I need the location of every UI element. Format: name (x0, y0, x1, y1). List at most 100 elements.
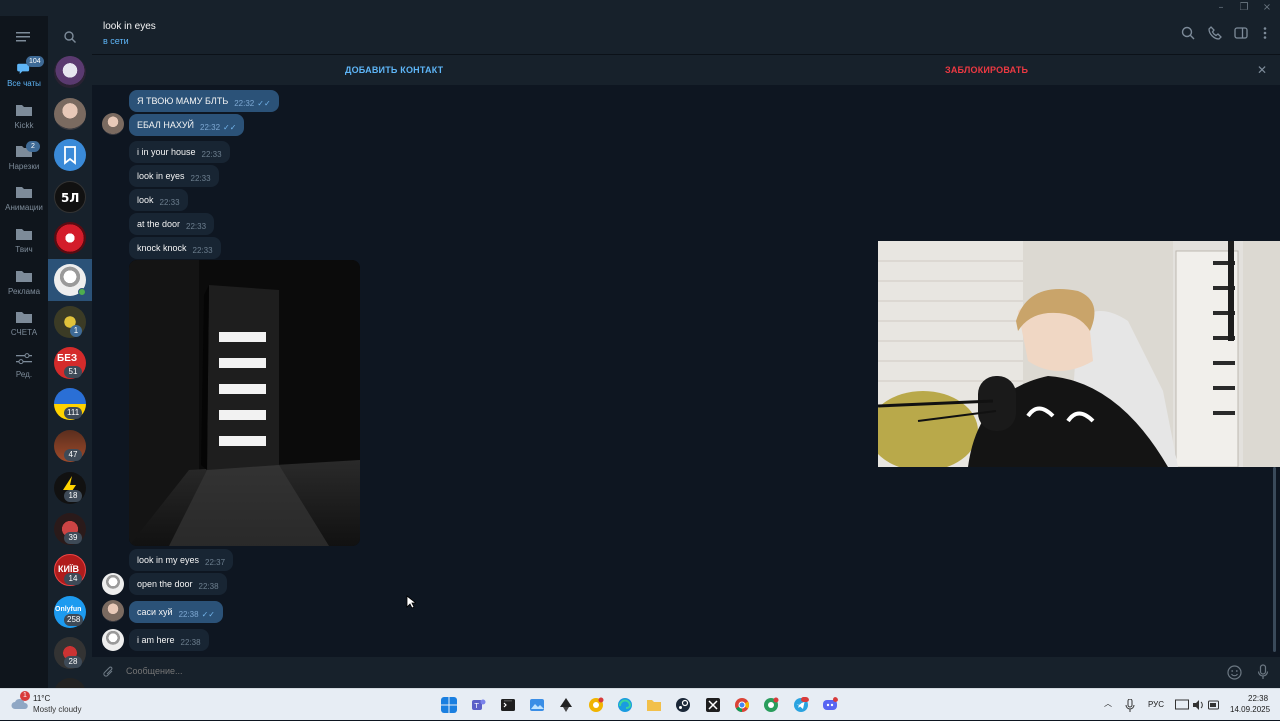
message-bubble[interactable]: i in your house 22:33 (129, 141, 230, 163)
terminal-icon[interactable] (500, 697, 516, 713)
folder-sidebar: 104 Все чаты Kickk 2 Нарезки Анимации Тв… (0, 16, 48, 688)
window-title-strip: – ❐ × (0, 0, 1280, 16)
weather-temperature: 11°C (33, 694, 51, 703)
minimize-button[interactable]: – (1214, 2, 1228, 13)
chat-avatar[interactable] (54, 98, 86, 130)
folder-reklama[interactable]: Реклама (0, 266, 48, 306)
sidebar-toggle-icon[interactable] (1234, 26, 1248, 40)
phone-icon[interactable] (1208, 26, 1222, 40)
message-photo[interactable] (129, 260, 360, 546)
sliders-icon (16, 353, 32, 365)
chat-avatar[interactable] (54, 56, 86, 88)
close-window-button[interactable]: × (1260, 2, 1274, 13)
photos-icon[interactable] (529, 697, 545, 713)
svg-text:5Л: 5Л (61, 191, 79, 205)
folder-icon (16, 105, 32, 116)
read-ticks-icon: ✓✓ (257, 99, 271, 108)
message-bubble[interactable]: at the door 22:33 (129, 213, 215, 235)
sender-avatar[interactable] (102, 113, 124, 135)
folder-narezki[interactable]: 2 Нарезки (0, 141, 48, 181)
chat-avatar[interactable] (54, 222, 86, 254)
message-time: 22:38 (178, 610, 199, 619)
chrome-canary-icon[interactable] (588, 697, 604, 713)
add-contact-button[interactable]: ДОБАВИТЬ КОНТАКТ (345, 65, 443, 75)
message-bubble[interactable]: саси хуй 22:38 ✓✓ (129, 601, 223, 623)
file-explorer-icon[interactable] (646, 697, 662, 713)
folder-badge: 104 (26, 56, 44, 67)
folder-icon (16, 271, 32, 282)
message-bubble[interactable]: i am here 22:38 (129, 629, 209, 651)
more-vertical-icon[interactable] (1258, 26, 1272, 40)
chrome-beta-icon[interactable] (763, 697, 779, 713)
clock-time[interactable]: 22:38 (1248, 694, 1268, 703)
folder-label: Ред. (15, 370, 33, 379)
chat-avatar[interactable] (54, 678, 86, 688)
menu-icon[interactable] (16, 28, 32, 42)
sender-avatar[interactable] (102, 573, 124, 595)
message-bubble[interactable]: ЕБАЛ НАХУЙ 22:32 ✓✓ (129, 114, 245, 136)
chat-avatar-active[interactable] (54, 264, 86, 296)
message-text: look in eyes (137, 171, 185, 181)
chat-header[interactable]: look in eyes в сети (92, 16, 1280, 54)
steam-icon[interactable] (675, 697, 691, 713)
message-bubble[interactable]: look in my eyes 22:37 (129, 549, 234, 571)
folder-icon (16, 312, 32, 323)
microphone-icon[interactable] (1257, 664, 1269, 680)
message-bubble[interactable]: knock knock 22:33 (129, 237, 221, 259)
door-photo-image (129, 260, 360, 546)
telegram-icon[interactable] (793, 697, 809, 713)
attach-icon[interactable] (102, 666, 115, 679)
message-time: 22:32 (234, 99, 255, 108)
tray-microphone-icon[interactable] (1125, 699, 1135, 712)
chrome-icon[interactable] (734, 697, 750, 713)
sender-avatar[interactable] (102, 629, 124, 651)
message-scrollbar[interactable] (1273, 467, 1276, 652)
chat-avatar-saved[interactable] (54, 139, 86, 171)
folder-label: СЧЕТА (10, 328, 38, 337)
message-bubble[interactable]: look in eyes 22:33 (129, 165, 219, 187)
folder-all-chats[interactable]: 104 Все чаты (0, 56, 48, 98)
message-text: knock knock (137, 243, 187, 253)
search-icon[interactable] (64, 28, 76, 47)
clock-date[interactable]: 14.09.2025 (1230, 705, 1270, 714)
inkscape-icon[interactable] (558, 697, 574, 713)
tray-overflow-chevron-icon[interactable]: ︿ (1104, 698, 1112, 709)
battery-icon[interactable] (1208, 699, 1220, 711)
message-text: look (137, 195, 154, 205)
folder-animacii[interactable]: Анимации (0, 182, 48, 222)
message-bubble[interactable]: Я ТВОЮ МАМУ БЛТЬ 22:32 ✓✓ (129, 90, 279, 112)
volume-icon[interactable] (1192, 699, 1204, 711)
network-icon[interactable] (1175, 699, 1189, 711)
weather-widget[interactable]: 1 11°C Mostly cloudy (0, 689, 100, 721)
search-icon[interactable] (1181, 26, 1195, 40)
folder-kickk[interactable]: Kickk (0, 100, 48, 140)
folder-edit[interactable]: Ред. (0, 349, 48, 389)
sender-avatar[interactable] (102, 600, 124, 622)
chat-unread-badge: 1 (70, 325, 82, 337)
message-time: 22:33 (201, 150, 222, 159)
message-bubble[interactable]: open the door 22:38 (129, 573, 227, 595)
folder-icon (16, 229, 32, 240)
message-time: 22:37 (205, 558, 226, 567)
folder-scheta[interactable]: СЧЕТА (0, 307, 48, 347)
block-button[interactable]: ЗАБЛОКИРОВАТЬ (945, 65, 1028, 75)
message-bubble[interactable]: look 22:33 (129, 189, 188, 211)
chat-unread-badge: 28 (64, 656, 82, 668)
windows-start-icon[interactable] (441, 697, 457, 713)
folder-twitch[interactable]: Твич (0, 224, 48, 264)
restore-button[interactable]: ❐ (1237, 2, 1251, 13)
chat-unread-badge: 51 (64, 366, 82, 378)
emoji-icon[interactable] (1227, 665, 1242, 680)
language-indicator[interactable]: РУС (1148, 700, 1164, 709)
close-icon[interactable]: ✕ (1257, 63, 1267, 77)
message-time: 22:38 (198, 582, 219, 591)
chat-title: look in eyes (103, 21, 156, 32)
telegram-window: – ❐ × 104 Все чаты Kickk 2 Нарезки Анима… (0, 0, 1280, 688)
message-time: 22:38 (180, 638, 201, 647)
message-input[interactable] (126, 666, 1176, 676)
edge-icon[interactable] (617, 697, 633, 713)
xbox-icon[interactable] (705, 697, 721, 713)
discord-icon[interactable] (822, 697, 838, 713)
chat-avatar[interactable]: 5Л (54, 181, 86, 213)
teams-icon[interactable]: T (470, 697, 486, 713)
